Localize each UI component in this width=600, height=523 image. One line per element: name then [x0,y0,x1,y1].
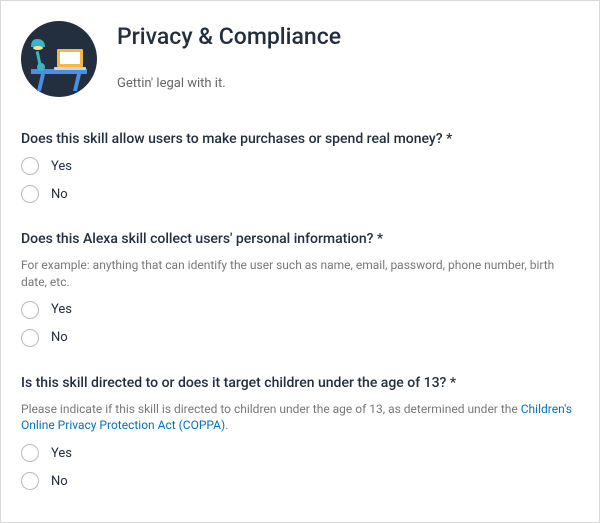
radio-option-yes[interactable]: Yes [21,157,579,175]
radio-option-no[interactable]: No [21,472,579,490]
radio-option-yes[interactable]: Yes [21,444,579,462]
radio-icon[interactable] [21,301,39,319]
question-helper-text: For example: anything that can identify … [21,257,579,291]
radio-option-no[interactable]: No [21,185,579,203]
radio-icon[interactable] [21,444,39,462]
radio-icon[interactable] [21,329,39,347]
radio-label: Yes [51,302,72,317]
question-purchases: Does this skill allow users to make purc… [21,131,579,203]
question-helper-text: Please indicate if this skill is directe… [21,401,579,435]
helper-prefix: Please indicate if this skill is directe… [21,402,521,416]
radio-option-yes[interactable]: Yes [21,301,579,319]
radio-label: No [51,187,68,202]
radio-label: No [51,330,68,345]
radio-icon[interactable] [21,472,39,490]
page-header: Privacy & Compliance Gettin' legal with … [21,21,579,101]
question-label: Is this skill directed to or does it tar… [21,375,579,391]
question-label: Does this skill allow users to make purc… [21,131,579,147]
radio-label: Yes [51,159,72,174]
question-personal-info: Does this Alexa skill collect users' per… [21,231,579,347]
radio-icon[interactable] [21,185,39,203]
question-children-coppa: Is this skill directed to or does it tar… [21,375,579,491]
question-label: Does this Alexa skill collect users' per… [21,231,579,247]
radio-icon[interactable] [21,157,39,175]
header-text-block: Privacy & Compliance Gettin' legal with … [117,21,341,91]
page-title: Privacy & Compliance [117,23,341,50]
radio-option-no[interactable]: No [21,329,579,347]
page-subtitle: Gettin' legal with it. [117,76,341,91]
radio-label: No [51,474,68,489]
header-illustration-icon [21,21,97,101]
privacy-compliance-page: Privacy & Compliance Gettin' legal with … [0,0,600,523]
radio-label: Yes [51,446,72,461]
helper-suffix: . [225,418,228,432]
